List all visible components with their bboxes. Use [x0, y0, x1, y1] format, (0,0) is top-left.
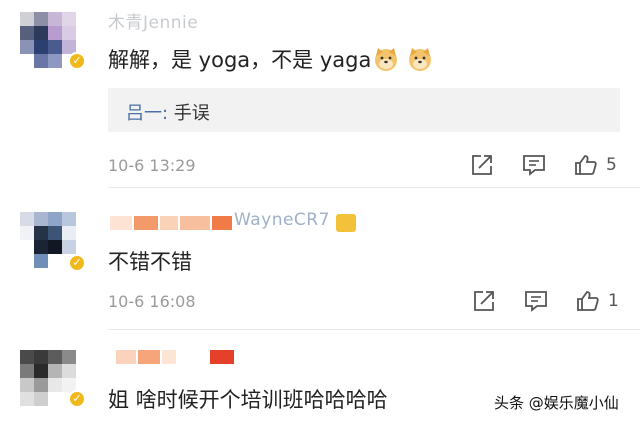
comment-item: ✓ WayneCR7 不错不错 10-6 16:08 1 — [0, 188, 640, 330]
comment-icon — [525, 291, 547, 312]
comment-button[interactable] — [521, 153, 547, 177]
reply-text: 手误 — [168, 103, 210, 124]
verified-badge-icon: ✓ — [68, 254, 86, 272]
doge-emoji-icon — [409, 48, 432, 71]
like-button[interactable] — [573, 153, 599, 177]
comment-button[interactable] — [523, 289, 549, 313]
reply-user[interactable]: 吕一: — [126, 103, 168, 124]
comment-author[interactable]: WayneCR7 — [234, 210, 330, 230]
like-count: 1 — [608, 291, 619, 311]
share-icon — [472, 155, 492, 175]
share-icon — [474, 291, 494, 311]
thumbs-up-icon — [577, 291, 599, 311]
comment-timestamp: 10-6 13:29 — [108, 156, 196, 175]
comment-text: 不错不错 — [108, 250, 192, 274]
like-count: 5 — [606, 155, 617, 175]
reply-line: 吕一: 手误 — [126, 99, 210, 125]
comment-icon — [523, 155, 545, 176]
comment-text: 解解，是 yoga，不是 yaga — [108, 44, 433, 74]
level-badge-icon — [336, 214, 356, 232]
reply-preview[interactable]: 吕一: 手误 — [108, 88, 620, 132]
doge-emoji-icon — [375, 48, 398, 71]
comment-text-body: 解解，是 yoga，不是 yaga — [108, 48, 372, 72]
share-button[interactable] — [471, 289, 497, 313]
verified-badge-icon: ✓ — [68, 52, 86, 70]
verified-badge-icon: ✓ — [68, 390, 86, 408]
comment-timestamp: 10-6 16:08 — [108, 292, 196, 311]
comment-text: 姐 啥时候开个培训班哈哈哈哈 — [108, 388, 388, 412]
like-button[interactable] — [575, 289, 601, 313]
comment-item: ✓ 木青Jennie 解解，是 yoga，不是 yaga 吕一: 手误 10-6… — [0, 0, 640, 188]
share-button[interactable] — [469, 153, 495, 177]
thumbs-up-icon — [575, 155, 597, 175]
watermark: 头条 @娱乐魔小仙 — [494, 394, 619, 412]
comment-author[interactable]: 木青Jennie — [108, 8, 198, 33]
